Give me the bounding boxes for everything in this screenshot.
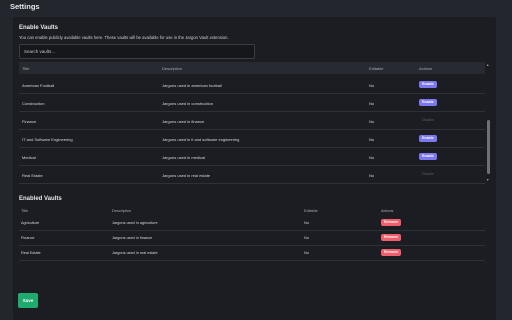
column-header-title: Title xyxy=(21,209,29,213)
triangle-up-icon[interactable]: ▲ xyxy=(486,63,489,67)
enable-button[interactable]: Enable xyxy=(419,99,437,106)
scroll-thumb[interactable] xyxy=(487,120,490,174)
vault-editable: No xyxy=(369,83,375,88)
vault-title: Construction xyxy=(22,101,45,106)
vault-editable: No xyxy=(369,101,375,106)
vault-editable: No xyxy=(369,119,375,124)
available-vaults-table: Title Description Editable Actions Ameri… xyxy=(19,62,485,185)
enable-button[interactable]: Enable xyxy=(419,153,437,160)
vault-description: Jargons used in american football xyxy=(162,83,222,88)
column-header-editable: Editable xyxy=(369,66,384,71)
table-row: Medical Jargons used in medical No Enabl… xyxy=(19,148,485,166)
vault-editable: No xyxy=(369,173,375,178)
table-row: American Football Jargons used in americ… xyxy=(19,76,485,94)
column-header-actions: Actions xyxy=(419,66,433,71)
vault-description: Jargons used in real estate xyxy=(112,251,158,255)
vault-editable: No xyxy=(369,155,375,160)
table-row: Finance Jargons used in finance No Disab… xyxy=(19,112,485,130)
table-row: Real Estate Jargons used in real estate … xyxy=(19,246,485,261)
vault-editable: No xyxy=(304,236,309,240)
vault-editable: No xyxy=(304,251,309,255)
column-header-actions: Actions xyxy=(381,209,394,213)
column-header-title: Title xyxy=(22,66,30,71)
column-header-description: Description xyxy=(162,66,183,71)
vault-title: Finance xyxy=(22,119,37,124)
disabled-action-button: Disable xyxy=(422,172,434,176)
table-header: Title Description Editable Actions xyxy=(19,62,485,74)
enable-button[interactable]: Enable xyxy=(419,81,437,88)
table-row: Real Estate Jargons used in real estate … xyxy=(19,166,485,184)
triangle-down-icon[interactable]: ▼ xyxy=(486,178,489,182)
column-header-description: Description xyxy=(112,209,131,213)
table-scrollbar[interactable]: ▲ ▼ xyxy=(485,62,491,185)
enabled-vaults-heading: Enabled Vaults xyxy=(19,196,62,202)
save-button[interactable]: Save xyxy=(18,293,38,308)
vault-title: Real Estate xyxy=(22,173,43,178)
column-header-editable: Editable xyxy=(304,209,318,213)
table-row: IT and Software Engineering Jargons used… xyxy=(19,130,485,148)
table-row: Construction Jargons used in constructio… xyxy=(19,94,485,112)
table-row: Agriculture Jargons used in agriculture … xyxy=(19,216,485,231)
enable-vaults-description: You can enable publicly available vaults… xyxy=(19,35,229,40)
vault-description: Jargons used in medical xyxy=(162,155,206,160)
remove-button[interactable]: Remove xyxy=(381,249,401,256)
vault-description: Jargons used in finance xyxy=(112,236,153,240)
vault-editable: No xyxy=(369,137,375,142)
vault-description: Jargons used in agriculture xyxy=(112,221,158,225)
table-row: Finance Jargons used in finance No Remov… xyxy=(19,231,485,246)
vault-title: American Football xyxy=(22,83,55,88)
enable-vaults-heading: Enable Vaults xyxy=(19,25,59,31)
disabled-action-button: Disable xyxy=(422,118,434,122)
remove-button[interactable]: Remove xyxy=(381,234,401,241)
search-vaults-input[interactable] xyxy=(19,44,255,59)
vault-title: Agriculture xyxy=(21,221,40,225)
vault-title: IT and Software Engineering xyxy=(22,137,73,142)
remove-button[interactable]: Remove xyxy=(381,219,401,226)
vault-title: Finance xyxy=(21,236,35,240)
vault-description: Jargons used in real estate xyxy=(162,173,211,178)
page-title: Settings xyxy=(10,2,40,11)
vault-title: Medical xyxy=(22,155,36,160)
vault-description: Jargons used in it and software engineer… xyxy=(162,137,240,142)
vault-description: Jargons used in finance xyxy=(162,119,205,124)
enable-button[interactable]: Enable xyxy=(419,135,437,142)
enabled-vaults-table: Title Description Editable Actions Agric… xyxy=(19,208,485,261)
vault-editable: No xyxy=(304,221,309,225)
vault-description: Jargons used in construction xyxy=(162,101,213,106)
vault-title: Real Estate xyxy=(21,251,41,255)
